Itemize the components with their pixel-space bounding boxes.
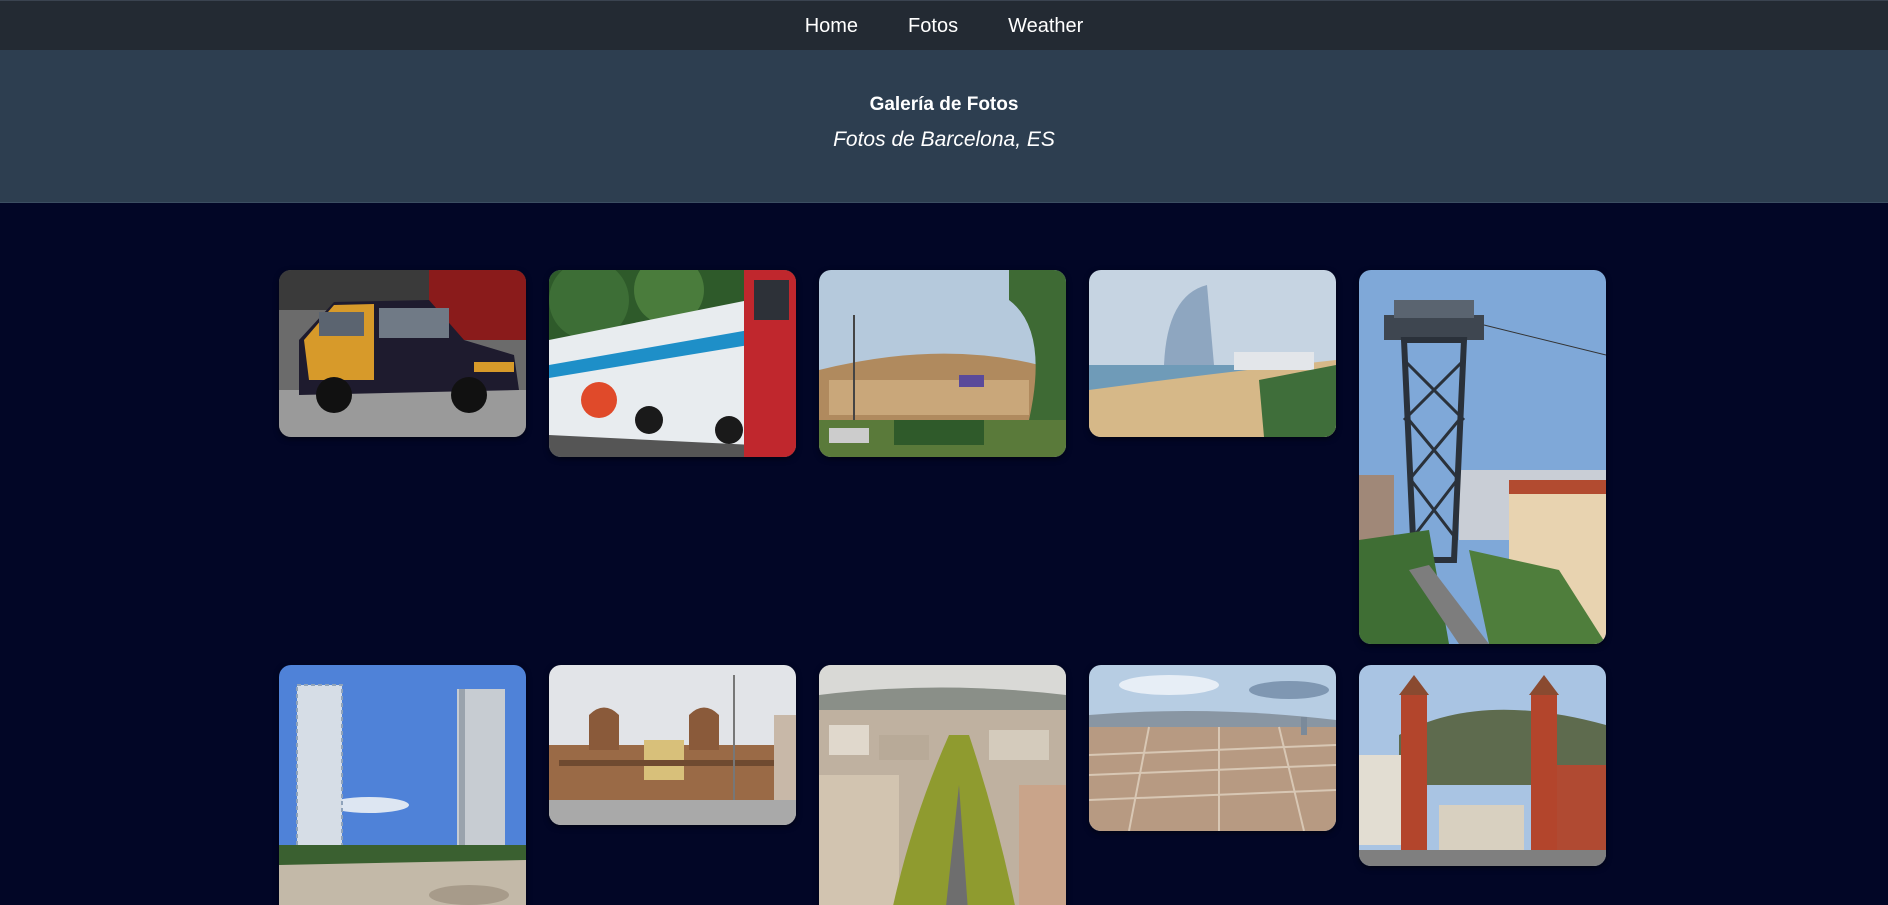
nav-link-home[interactable]: Home: [780, 2, 883, 50]
photo-card-bullring[interactable]: [549, 665, 796, 825]
city-panorama-photo: [1089, 665, 1336, 831]
photo-card-tourist-bus[interactable]: [549, 270, 796, 457]
photo-card-twin-towers[interactable]: [279, 665, 526, 905]
nav-list: Home Fotos Weather: [780, 2, 1109, 50]
photo-card-city-panorama[interactable]: [1089, 665, 1336, 831]
photo-card-arena[interactable]: [819, 270, 1066, 457]
top-navigation: Home Fotos Weather: [0, 0, 1888, 50]
photo-card-hotel-beach[interactable]: [1089, 270, 1336, 437]
page-header: Galería de Fotos Fotos de Barcelona, ES: [0, 50, 1888, 203]
photo-card-city-boulevard[interactable]: [819, 665, 1066, 905]
taxi-photo: [279, 270, 526, 437]
cable-car-tower-photo: [1359, 270, 1606, 644]
hotel-beach-photo: [1089, 270, 1336, 437]
nav-link-weather[interactable]: Weather: [983, 2, 1108, 50]
photo-card-taxi[interactable]: [279, 270, 526, 437]
venetian-towers-photo: [1359, 665, 1606, 866]
nav-link-fotos[interactable]: Fotos: [883, 2, 983, 50]
city-boulevard-photo: [819, 665, 1066, 905]
twin-towers-photo: [279, 665, 526, 905]
photo-gallery: [0, 203, 1888, 905]
bullring-photo: [549, 665, 796, 825]
photo-card-venetian-towers[interactable]: [1359, 665, 1606, 866]
tourist-bus-photo: [549, 270, 796, 457]
photo-card-cable-car-tower[interactable]: [1359, 270, 1606, 644]
page-subtitle: Fotos de Barcelona, ES: [833, 128, 1055, 151]
page-title: Galería de Fotos: [869, 94, 1019, 115]
arena-photo: [819, 270, 1066, 457]
